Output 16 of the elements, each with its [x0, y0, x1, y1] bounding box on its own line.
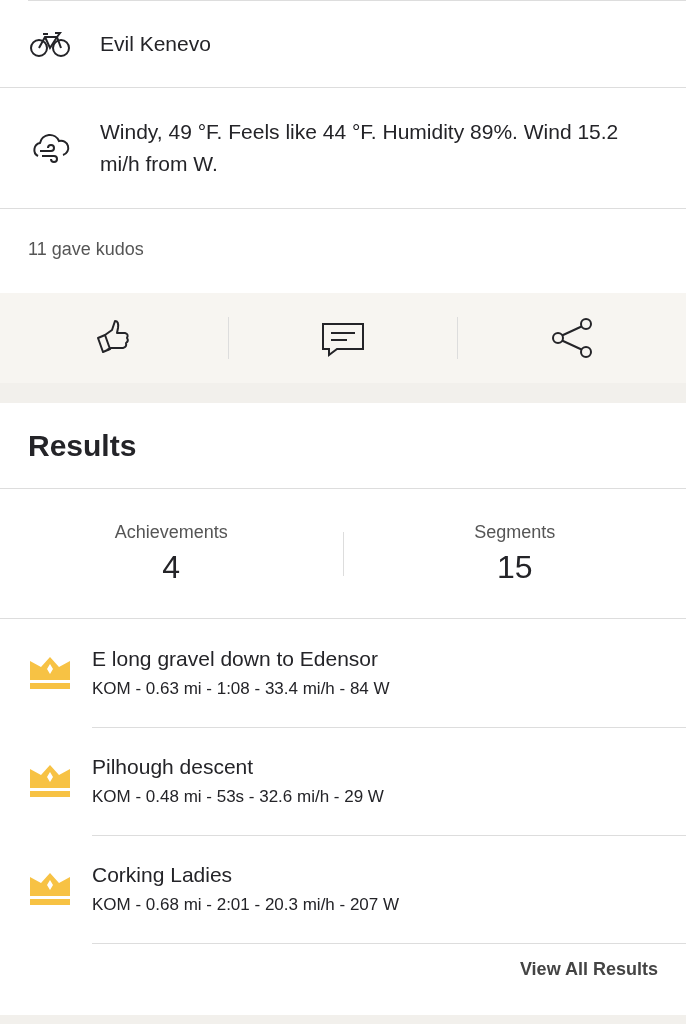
segment-stats: KOM - 0.63 mi - 1:08 - 33.4 mi/h - 84 W: [92, 678, 391, 699]
stat-value: 4: [162, 548, 181, 586]
segment-stats: KOM - 0.48 mi - 53s - 32.6 mi/h - 29 W: [92, 786, 385, 807]
stat-value: 15: [496, 548, 533, 586]
bike-name: Evil Kenevo: [100, 31, 211, 57]
segment-stats: KOM - 0.68 mi - 2:01 - 20.3 mi/h - 207 W: [92, 894, 401, 915]
segment-name[interactable]: Pilhough descent: [92, 754, 686, 779]
stat-label: Segments: [474, 521, 556, 543]
results-heading: Results: [0, 403, 686, 489]
weather-text: Windy, 49 °F. Feels like 44 °F. Humidity 89%. Wind 15.2 mi/h from W.: [100, 119, 620, 177]
stat-label: Achievements: [114, 521, 228, 543]
segment-name[interactable]: E long gravel down to Edensor: [92, 646, 686, 671]
segment-name[interactable]: Corking Ladies: [92, 862, 686, 887]
share-icon: [550, 316, 594, 360]
kudos-count: 11 gave kudos: [27, 238, 145, 261]
view-all-results-link[interactable]: View All Results: [519, 959, 658, 1015]
